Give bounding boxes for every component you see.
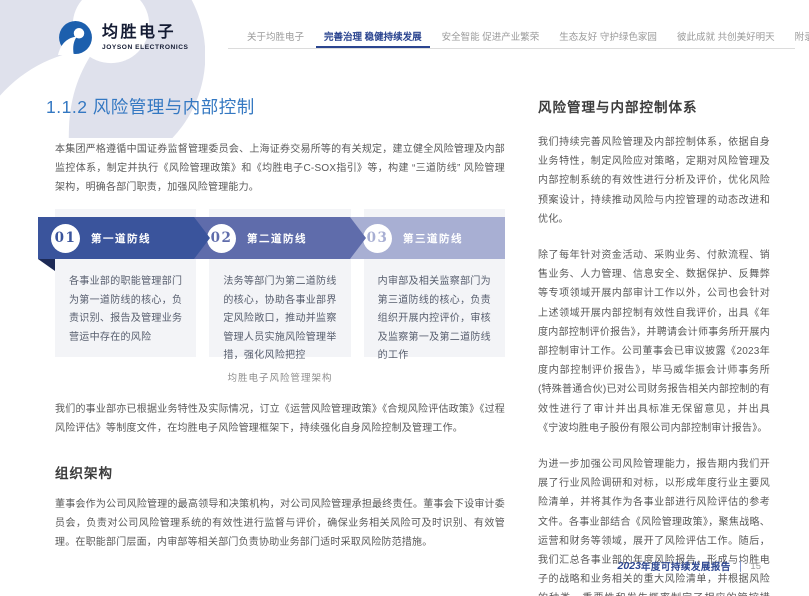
banner-title-2: 第二道防线 — [247, 232, 307, 245]
nav-item-about[interactable]: 关于均胜电子 — [247, 29, 304, 43]
policies-paragraph: 我们的事业部亦已根据业务特性及实际情况，订立《运营风险管理政策》《合规风险评估政… — [55, 404, 505, 434]
org-paragraph: 董事会作为公司风险管理的最高领导和决策机构，对公司风险管理承担最终责任。董事会下… — [55, 499, 505, 548]
nav-item-governance[interactable]: 完善治理 稳健持续发展 — [316, 29, 430, 49]
banner-number-2: 02 — [207, 224, 236, 253]
diagram-caption: 均胜电子风险管理架构 — [227, 373, 333, 384]
page-footer: 2023 年度可持续发展报告 15 — [618, 559, 761, 573]
report-page: 均胜电子 JOYSON ELECTRONICS 关于均胜电子 完善治理 稳健持续… — [0, 0, 809, 596]
ribbon-fold — [38, 259, 55, 271]
defense-banners: 01 第一道防线 02 第二道防线 03 第三道防线 — [38, 217, 505, 271]
page-number: 15 — [750, 560, 761, 572]
footer-divider — [739, 560, 742, 572]
risk-paragraph-3: 为进一步加强公司风险管理能力，报告期内我们开展了行业风险调研和对标，以形成年度行… — [538, 459, 770, 596]
section-heading-org: 组织架构 — [55, 466, 113, 481]
report-year: 2023 — [617, 560, 641, 572]
risk-paragraph-1: 我们持续完善风险管理及内部控制体系，依据自身业务特性，制定风险应对策略，定期对风… — [538, 137, 770, 225]
nav-item-achievement[interactable]: 彼此成就 共创美好明天 — [677, 29, 775, 43]
joyson-swirl-icon — [58, 21, 92, 55]
banner-number-1: 01 — [51, 224, 80, 253]
intro-paragraph: 本集团严格遵循中国证券监督管理委员会、上海证券交易所等的有关规定，建立健全风险管… — [55, 144, 505, 193]
page-title: 1.1.2 风险管理与内部控制 — [46, 97, 255, 117]
nav-underline-rule — [228, 48, 795, 49]
brand-name-cn: 均胜电子 — [102, 24, 177, 42]
section-heading-risk-system: 风险管理与内部控制体系 — [538, 100, 698, 115]
nav-item-appendix[interactable]: 附录 — [795, 29, 809, 43]
right-column: 风险管理与内部控制体系 我们持续完善风险管理及内部控制体系，依据自身业务特性，制… — [538, 96, 770, 596]
risk-paragraph-2: 除了每年针对资金活动、采购业务、付款流程、销售业务、人力管理、信息安全、数据保护… — [538, 250, 770, 434]
defense-banner-2: 02 第二道防线 — [194, 217, 366, 259]
report-title: 年度可持续发展报告 — [640, 562, 731, 573]
brand-text: 均胜电子 JOYSON ELECTRONICS — [102, 24, 188, 51]
banner-number-3: 03 — [363, 223, 392, 253]
banner-title-3: 第三道防线 — [403, 232, 463, 245]
nav-item-ecology[interactable]: 生态友好 守护绿色家园 — [559, 29, 657, 43]
left-column: 1.1.2 风险管理与内部控制 本集团严格遵循中国证券监督管理委员会、上海证券交… — [38, 94, 505, 552]
top-nav: 关于均胜电子 完善治理 稳健持续发展 安全智能 促进产业繁荣 生态友好 守护绿色… — [228, 29, 809, 49]
nav-item-safety[interactable]: 安全智能 促进产业繁荣 — [442, 29, 540, 43]
brand-name-en: JOYSON ELECTRONICS — [102, 43, 189, 51]
banner-title-1: 第一道防线 — [91, 232, 151, 245]
defense-lines-diagram: 各事业部的职能管理部门为第一道防线的核心，负责识别、报告及管理业务营运中存在的风… — [38, 209, 505, 384]
defense-banner-1: 01 第一道防线 — [38, 217, 210, 259]
defense-banner-3: 03 第三道防线 — [350, 217, 505, 259]
logo: 均胜电子 JOYSON ELECTRONICS — [58, 20, 188, 55]
